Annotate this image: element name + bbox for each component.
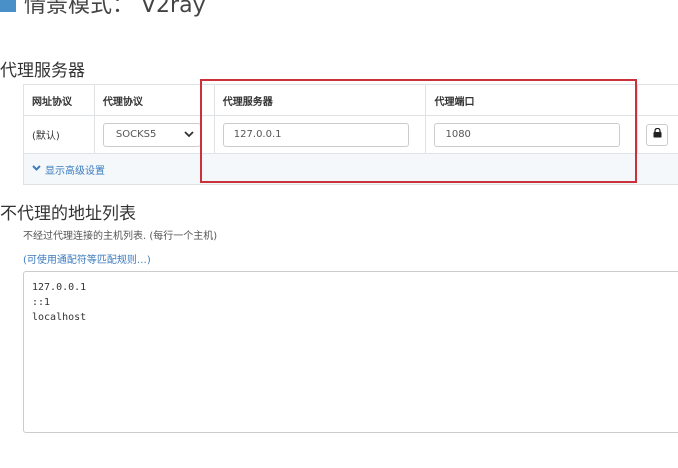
bypass-entry: 127.0.0.1 <box>32 282 87 293</box>
column-header-server: 代理服务器 <box>213 84 427 116</box>
advanced-settings-cell: 显示高级设置 <box>23 153 678 185</box>
profile-color-icon <box>0 0 16 12</box>
proxy-server-input[interactable] <box>222 122 409 147</box>
show-advanced-settings-label: 显示高级设置 <box>45 165 105 177</box>
profile-title-text: 情景模式： V2ray <box>24 0 206 18</box>
bypass-list-description: 不经过代理连接的主机列表. (每行一个主机) <box>23 231 218 242</box>
lock-icon <box>653 127 662 141</box>
protocol-cell: SOCKS5 <box>93 115 215 154</box>
proxy-port-input[interactable] <box>434 122 621 147</box>
table-row: (默认) SOCKS5 <box>23 115 678 154</box>
column-header-protocol: 代理协议 <box>93 84 215 116</box>
server-cell <box>213 115 427 154</box>
bypass-entry: localhost <box>32 312 87 323</box>
bypass-entry: ::1 <box>32 297 51 308</box>
caret-down-icon <box>32 164 41 174</box>
chevron-down-icon <box>184 128 194 141</box>
column-header-auth <box>637 84 678 116</box>
bypass-list-textarea[interactable]: 127.0.0.1 ::1 localhost <box>23 271 678 433</box>
show-advanced-settings-link[interactable]: 显示高级设置 <box>32 162 674 177</box>
protocol-select[interactable]: SOCKS5 <box>102 122 201 147</box>
auth-button[interactable] <box>646 123 669 146</box>
bypass-list-heading: 不代理的地址列表 <box>0 204 136 224</box>
proxy-table-header-row: 网址协议 代理协议 代理服务器 代理端口 <box>23 84 678 116</box>
column-header-port: 代理端口 <box>425 84 639 116</box>
advanced-settings-row: 显示高级设置 <box>23 153 678 185</box>
proxy-servers-table: 网址协议 代理协议 代理服务器 代理端口 (默认) SOCKS5 127.0.0… <box>23 84 678 185</box>
protocol-select-value: SOCKS5 <box>115 129 157 140</box>
column-header-scheme: 网址协议 <box>23 84 95 116</box>
proxy-settings-page: 情景模式： V2ray 代理服务器 网址协议 代理协议 代理服务器 代理端口 (… <box>0 0 678 468</box>
proxy-servers-heading: 代理服务器 <box>0 61 85 81</box>
profile-title: 情景模式： V2ray <box>0 0 206 18</box>
auth-cell <box>637 115 678 154</box>
wildcard-rules-link[interactable]: (可使用通配符等匹配规则…) <box>23 251 151 266</box>
port-cell <box>425 115 639 154</box>
scheme-cell: (默认) <box>23 115 95 154</box>
